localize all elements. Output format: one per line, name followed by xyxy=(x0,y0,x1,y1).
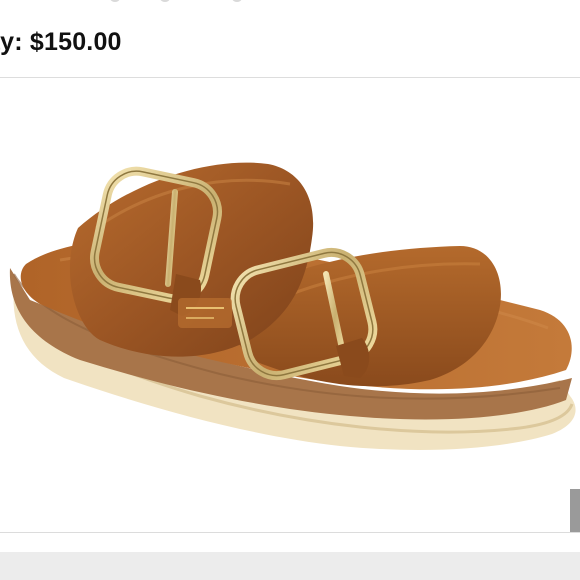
clipped-content-above xyxy=(0,0,580,6)
product-image-carousel[interactable] xyxy=(0,78,580,532)
price-header: ay: $150.00 xyxy=(0,0,580,78)
scrollbar-thumb[interactable] xyxy=(570,489,580,532)
divider xyxy=(0,532,580,533)
product-image[interactable] xyxy=(0,78,580,488)
price-label: ay: $150.00 xyxy=(0,28,122,56)
bottom-panel xyxy=(0,552,580,580)
